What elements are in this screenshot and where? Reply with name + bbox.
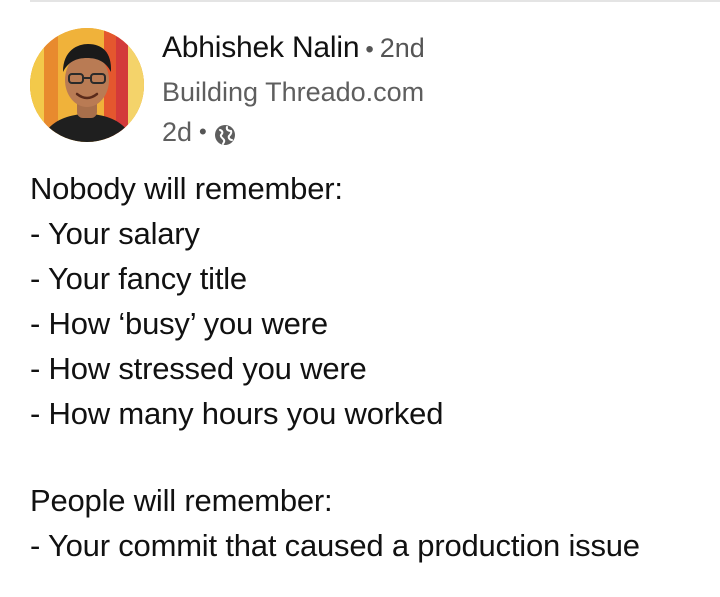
section-heading: People will remember: — [30, 483, 333, 518]
list-item: - How many hours you worked — [30, 396, 444, 431]
list-item: - How ‘busy’ you were — [30, 306, 328, 341]
separator-dot: • — [199, 119, 207, 144]
globe-icon — [214, 121, 236, 145]
separator-dot: • — [365, 36, 374, 63]
post-card: Abhishek Nalin • 2nd Building Threado.co… — [0, 0, 720, 597]
author-name[interactable]: Abhishek Nalin — [162, 30, 360, 66]
post-body: Nobody will remember: - Your salary - Yo… — [30, 166, 720, 568]
list-item: - Your salary — [30, 216, 200, 251]
post-time: 2d — [162, 117, 193, 147]
profile-photo-icon — [30, 28, 144, 142]
post-header: Abhishek Nalin • 2nd Building Threado.co… — [30, 28, 425, 148]
author-avatar[interactable] — [30, 28, 144, 142]
section-heading: Nobody will remember: — [30, 171, 343, 206]
list-item: - Your commit that caused a production i… — [30, 528, 640, 563]
connection-degree: 2nd — [379, 33, 425, 63]
top-divider — [30, 0, 720, 2]
author-name-row: Abhishek Nalin • 2nd — [162, 30, 425, 68]
author-headline: Building Threado.com — [162, 77, 425, 107]
list-item: - How stressed you were — [30, 351, 367, 386]
list-item: - Your fancy title — [30, 261, 247, 296]
post-time-row: 2d • — [162, 116, 425, 148]
author-meta: Abhishek Nalin • 2nd Building Threado.co… — [162, 30, 425, 148]
